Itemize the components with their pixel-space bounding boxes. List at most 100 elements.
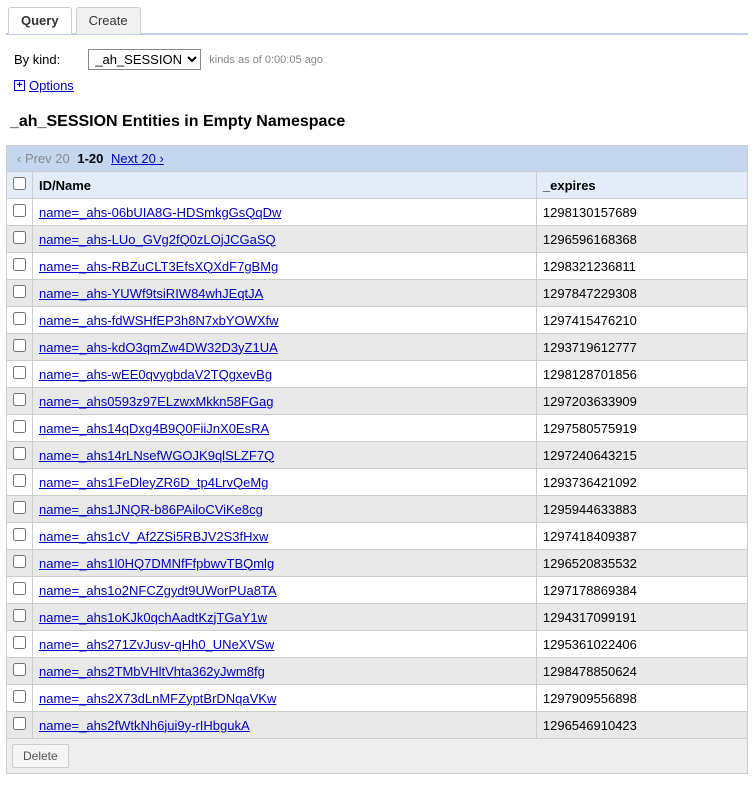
expires-value: 1293736421092: [536, 469, 747, 496]
expires-value: 1293719612777: [536, 334, 747, 361]
pager-prev: ‹ Prev 20: [17, 151, 70, 166]
expires-value: 1297178869384: [536, 577, 747, 604]
entities-table: ID/Name _expires name=_ahs-06bUIA8G-HDSm…: [6, 171, 748, 739]
table-row: name=_ahs-wEE0qvygbdaV2TQgxevBg 129812870…: [7, 361, 748, 388]
header-id: ID/Name: [33, 172, 537, 199]
entity-link[interactable]: name=_ahs14rLNsefWGOJK9qlSLZF7Q: [39, 448, 274, 463]
row-checkbox[interactable]: [13, 717, 26, 730]
expand-icon: +: [14, 80, 25, 91]
entity-link[interactable]: name=_ahs2TMbVHltVhta362yJwm8fg: [39, 664, 265, 679]
entity-link[interactable]: name=_ahs-06bUIA8G-HDSmkgGsQqDw: [39, 205, 281, 220]
row-checkbox[interactable]: [13, 285, 26, 298]
row-checkbox[interactable]: [13, 204, 26, 217]
row-checkbox[interactable]: [13, 663, 26, 676]
table-row: name=_ahs14qDxg4B9Q0FiiJnX0EsRA 129758057…: [7, 415, 748, 442]
table-row: name=_ahs-YUWf9tsiRIW84whJEqtJA 129784722…: [7, 280, 748, 307]
row-checkbox[interactable]: [13, 474, 26, 487]
row-checkbox[interactable]: [13, 582, 26, 595]
options-link: Options: [29, 78, 74, 93]
row-checkbox[interactable]: [13, 690, 26, 703]
entity-link[interactable]: name=_ahs-kdO3qmZw4DW32D3yZ1UA: [39, 340, 278, 355]
entity-link[interactable]: name=_ahs271ZvJusv-qHh0_UNeXVSw: [39, 637, 274, 652]
row-checkbox[interactable]: [13, 501, 26, 514]
table-row: name=_ahs-RBZuCLT3EfsXQXdF7gBMg129832123…: [7, 253, 748, 280]
table-row: name=_ahs0593z97ELzwxMkkn58FGag 129720363…: [7, 388, 748, 415]
row-checkbox[interactable]: [13, 609, 26, 622]
tab-query[interactable]: Query: [8, 7, 72, 34]
delete-button[interactable]: Delete: [12, 744, 69, 768]
expires-value: 1297203633909: [536, 388, 747, 415]
entity-link[interactable]: name=_ahs-RBZuCLT3EfsXQXdF7gBMg: [39, 259, 278, 274]
tab-create[interactable]: Create: [76, 7, 141, 34]
entity-link[interactable]: name=_ahs2X73dLnMFZyptBrDNqaVKw: [39, 691, 276, 706]
entity-link[interactable]: name=_ahs2fWtkNh6jui9y-rIHbgukA: [39, 718, 250, 733]
entity-link[interactable]: name=_ahs-wEE0qvygbdaV2TQgxevBg: [39, 367, 272, 382]
select-all-checkbox[interactable]: [13, 177, 26, 190]
query-section: By kind: _ah_SESSION kinds as of 0:00:05…: [6, 35, 748, 103]
expires-value: 1295944633883: [536, 496, 747, 523]
row-checkbox[interactable]: [13, 447, 26, 460]
expires-value: 1298130157689: [536, 199, 747, 226]
entity-link[interactable]: name=_ahs-fdWSHfEP3h8N7xbYOWXfw: [39, 313, 279, 328]
table-row: name=_ahs-LUo_GVg2fQ0zLOjJCGaSQ 129659616…: [7, 226, 748, 253]
expires-value: 1297847229308: [536, 280, 747, 307]
header-checkbox-cell: [7, 172, 33, 199]
pager-next[interactable]: Next 20 ›: [111, 151, 164, 166]
row-checkbox[interactable]: [13, 636, 26, 649]
table-row: name=_ahs2X73dLnMFZyptBrDNqaVKw 129790955…: [7, 685, 748, 712]
table-row: name=_ahs1oKJk0qchAadtKzjTGaY1w 129431709…: [7, 604, 748, 631]
row-checkbox[interactable]: [13, 339, 26, 352]
entity-link[interactable]: name=_ahs1l0HQ7DMNfFfpbwvTBQmlg: [39, 556, 274, 571]
table-row: name=_ahs1l0HQ7DMNfFfpbwvTBQmlg 129652083…: [7, 550, 748, 577]
entity-link[interactable]: name=_ahs1JNQR-b86PAiloCViKe8cg: [39, 502, 263, 517]
kind-label: By kind:: [14, 52, 60, 67]
expires-value: 1297415476210: [536, 307, 747, 334]
table-row: name=_ahs2fWtkNh6jui9y-rIHbgukA 129654691…: [7, 712, 748, 739]
entity-link[interactable]: name=_ahs14qDxg4B9Q0FiiJnX0EsRA: [39, 421, 269, 436]
entity-link[interactable]: name=_ahs1FeDleyZR6D_tp4LrvQeMg: [39, 475, 268, 490]
row-checkbox[interactable]: [13, 528, 26, 541]
footer-bar: Delete: [6, 739, 748, 774]
row-checkbox[interactable]: [13, 312, 26, 325]
table-row: name=_ahs1FeDleyZR6D_tp4LrvQeMg 129373642…: [7, 469, 748, 496]
page-title: _ah_SESSION Entities in Empty Namespace: [6, 113, 748, 131]
table-row: name=_ahs1o2NFCZgydt9UWorPUa8TA 129717886…: [7, 577, 748, 604]
table-row: name=_ahs14rLNsefWGOJK9qlSLZF7Q 129724064…: [7, 442, 748, 469]
table-row: name=_ahs2TMbVHltVhta362yJwm8fg 129847885…: [7, 658, 748, 685]
row-checkbox[interactable]: [13, 366, 26, 379]
pager-bar: ‹ Prev 20 1-20 Next 20 ›: [6, 145, 748, 171]
entity-link[interactable]: name=_ahs1oKJk0qchAadtKzjTGaY1w: [39, 610, 267, 625]
expires-value: 1297418409387: [536, 523, 747, 550]
table-row: name=_ahs1cV_Af2ZSi5RBJV2S3fHxw 129741840…: [7, 523, 748, 550]
entity-link[interactable]: name=_ahs0593z97ELzwxMkkn58FGag: [39, 394, 274, 409]
table-row: name=_ahs-fdWSHfEP3h8N7xbYOWXfw 129741547…: [7, 307, 748, 334]
table-row: name=_ahs271ZvJusv-qHh0_UNeXVSw 129536102…: [7, 631, 748, 658]
table-row: name=_ahs-kdO3qmZw4DW32D3yZ1UA 1293719612…: [7, 334, 748, 361]
expires-value: 1296546910423: [536, 712, 747, 739]
kind-select[interactable]: _ah_SESSION: [88, 49, 201, 70]
kinds-meta: kinds as of 0:00:05 ago: [209, 54, 323, 66]
table-row: name=_ahs-06bUIA8G-HDSmkgGsQqDw 129813015…: [7, 199, 748, 226]
entity-link[interactable]: name=_ahs-YUWf9tsiRIW84whJEqtJA: [39, 286, 263, 301]
expires-value: 1295361022406: [536, 631, 747, 658]
table-row: name=_ahs1JNQR-b86PAiloCViKe8cg 129594463…: [7, 496, 748, 523]
expires-value: 1298478850624: [536, 658, 747, 685]
entity-link[interactable]: name=_ahs1o2NFCZgydt9UWorPUa8TA: [39, 583, 277, 598]
header-expires: _expires: [536, 172, 747, 199]
expires-value: 1296520835532: [536, 550, 747, 577]
entity-link[interactable]: name=_ahs-LUo_GVg2fQ0zLOjJCGaSQ: [39, 232, 276, 247]
row-checkbox[interactable]: [13, 258, 26, 271]
expires-value: 1297580575919: [536, 415, 747, 442]
row-checkbox[interactable]: [13, 393, 26, 406]
expires-value: 1298128701856: [536, 361, 747, 388]
row-checkbox[interactable]: [13, 420, 26, 433]
row-checkbox[interactable]: [13, 555, 26, 568]
options-toggle[interactable]: + Options: [14, 78, 740, 93]
tabs-bar: Query Create: [6, 6, 748, 35]
expires-value: 1297909556898: [536, 685, 747, 712]
entity-link[interactable]: name=_ahs1cV_Af2ZSi5RBJV2S3fHxw: [39, 529, 268, 544]
expires-value: 1294317099191: [536, 604, 747, 631]
expires-value: 1296596168368: [536, 226, 747, 253]
expires-value: 1297240643215: [536, 442, 747, 469]
row-checkbox[interactable]: [13, 231, 26, 244]
